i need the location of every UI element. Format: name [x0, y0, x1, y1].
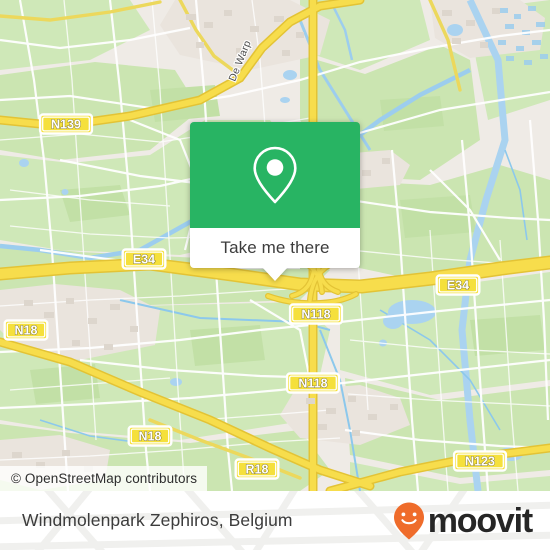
footer-bar: Windmolenpark Zephiros, Belgium moovit	[0, 491, 550, 550]
road-shield-e34: E34	[435, 274, 481, 296]
page-title: Windmolenpark Zephiros, Belgium	[22, 510, 293, 530]
road-shield-n18: N18	[127, 425, 173, 447]
map-attribution[interactable]: © OpenStreetMap contributors	[0, 466, 208, 491]
road-shield-n18: N18	[3, 319, 49, 341]
callout-tail	[262, 267, 288, 281]
moovit-map-share-card: De Warp N139 E34 E34 N118 N118 N18 N18 R18 N123 …	[0, 0, 550, 550]
attribution-text: © OpenStreetMap contributors	[11, 471, 198, 486]
brand-name: moovit	[427, 501, 533, 540]
road-shield-n123: N123	[452, 450, 508, 472]
road-shield-n118: N118	[285, 372, 341, 394]
road-shield-label: N18	[15, 323, 38, 337]
road-shield-n118: N118	[288, 303, 344, 325]
map-pin-icon	[253, 146, 297, 204]
road-shield-e34: E34	[121, 248, 167, 270]
road-shield-label: N139	[51, 117, 81, 131]
take-me-there-label: Take me there	[220, 238, 330, 257]
road-shield-r18: R18	[234, 458, 280, 480]
road-shield-label: N118	[301, 307, 330, 321]
moovit-logo[interactable]: moovit	[392, 501, 533, 541]
road-shield-label: N18	[139, 429, 162, 443]
road-shield-label: E34	[447, 278, 469, 292]
map-canvas[interactable]: De Warp N139 E34 E34 N118 N118 N18 N18 R18 N123 …	[0, 0, 550, 491]
callout-action-bar[interactable]: Take me there	[190, 228, 360, 281]
moovit-pin-smiley-icon	[393, 502, 424, 539]
road-shield-label: N118	[298, 376, 327, 390]
callout-pin-panel	[190, 122, 360, 228]
take-me-there-callout[interactable]: Take me there	[190, 122, 360, 281]
road-shield-label: R18	[246, 462, 269, 476]
road-shield-n139: N139	[38, 113, 94, 135]
road-shield-label: E34	[133, 252, 155, 266]
road-shield-label: N123	[465, 454, 495, 468]
